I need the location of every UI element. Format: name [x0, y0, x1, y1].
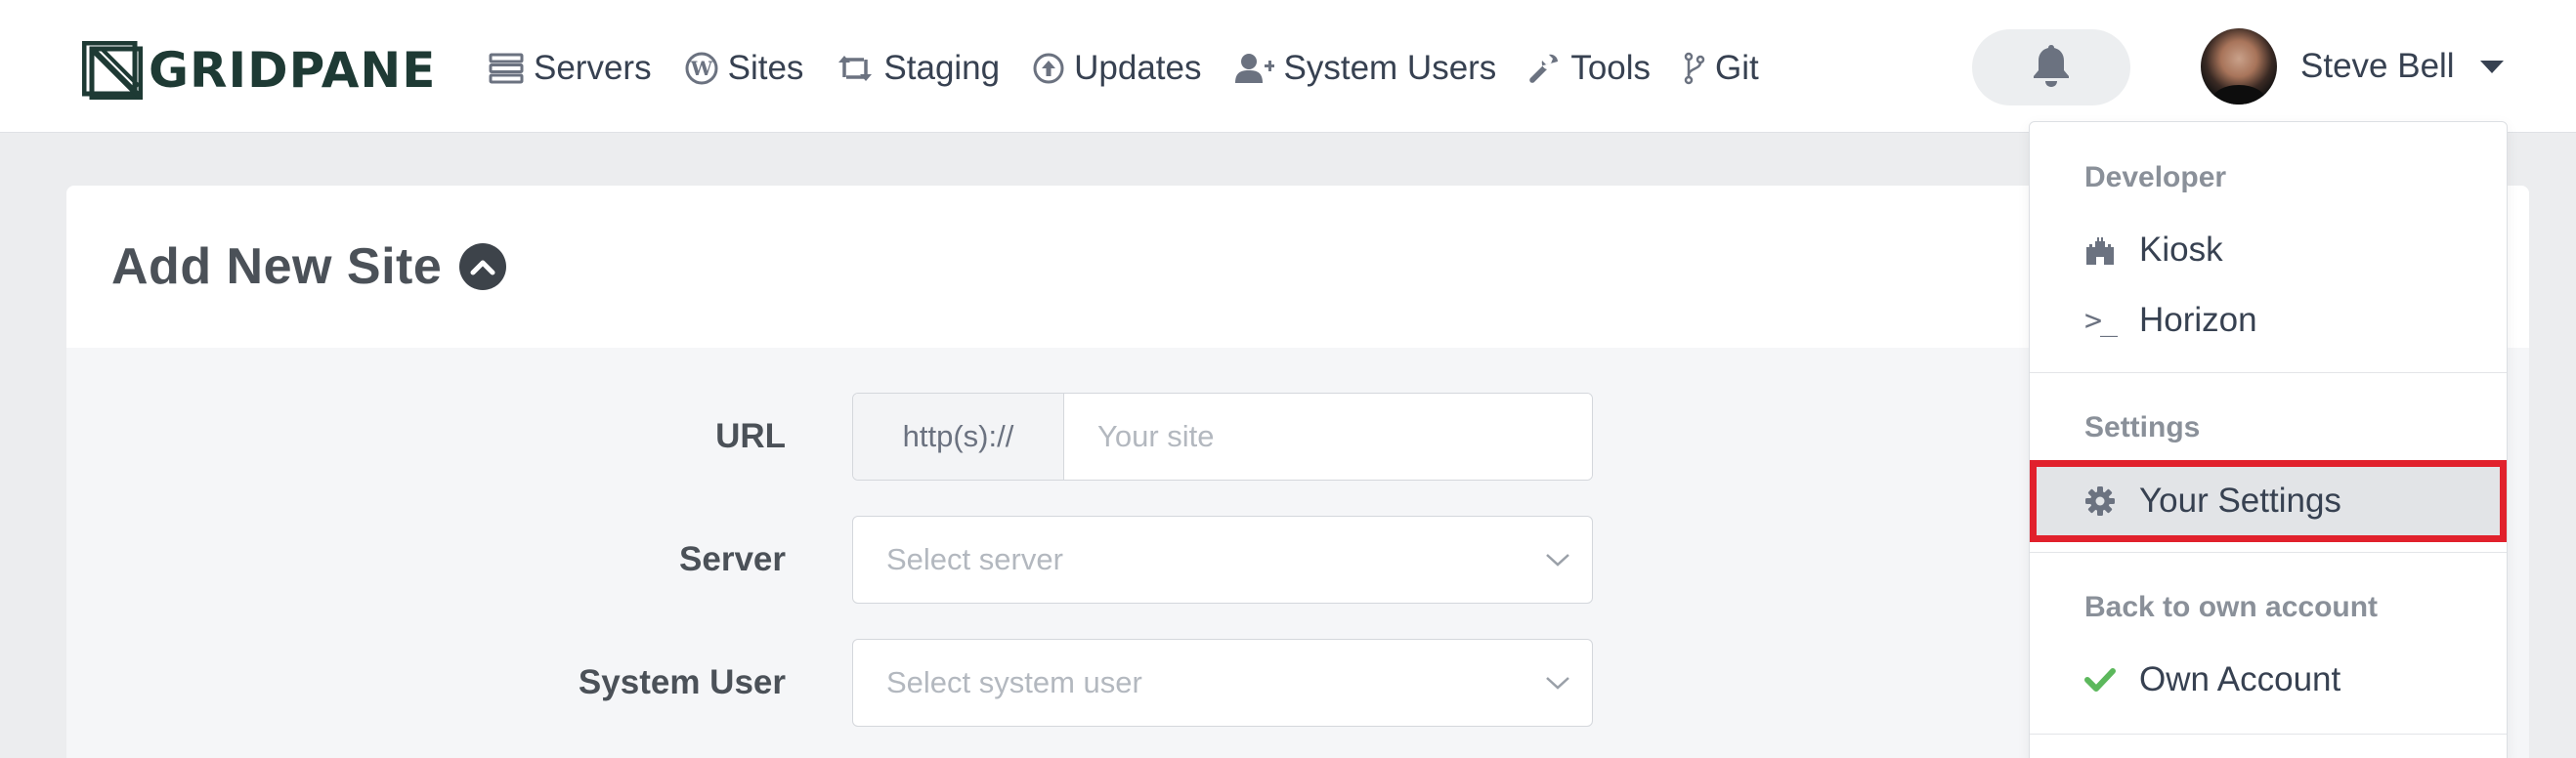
nav-item-label: System Users — [1283, 49, 1497, 87]
arrow-up-circle-icon — [1033, 53, 1064, 84]
user-plus-icon — [1234, 53, 1274, 84]
servers-icon — [489, 53, 524, 84]
bell-icon — [2031, 43, 2072, 93]
server-select-placeholder: Select server — [886, 542, 1063, 576]
terminal-icon: >_ — [2083, 303, 2118, 338]
castle-icon — [2084, 235, 2116, 265]
nav-item-servers[interactable]: Servers — [489, 49, 652, 88]
dropdown-divider — [2030, 734, 2507, 735]
server-row: Server Select server — [66, 516, 1593, 604]
wordpress-icon: W — [685, 52, 718, 85]
chevron-down-icon — [1546, 677, 1569, 690]
nav-item-label: Sites — [727, 49, 804, 87]
main-nav: Servers W Sites Staging Updates System U… — [489, 39, 1792, 98]
system-user-select[interactable]: Select system user — [852, 639, 1593, 727]
nav-item-system-users[interactable]: System Users — [1234, 49, 1497, 88]
nav-item-label: Git — [1715, 49, 1759, 87]
menu-item-label: Your Settings — [2139, 482, 2341, 520]
dropdown-divider — [2030, 552, 2507, 553]
check-icon — [2084, 667, 2116, 693]
system-user-row: System User Select system user — [66, 639, 1593, 727]
nav-item-updates[interactable]: Updates — [1033, 49, 1202, 88]
collapse-toggle-button[interactable] — [459, 243, 507, 290]
page-title: Add New Site — [111, 238, 443, 295]
top-navbar: GRIDPANE Servers W Sites Staging Updates — [0, 0, 2576, 133]
user-name: Steve Bell — [2300, 47, 2455, 85]
url-input[interactable] — [1064, 394, 1592, 480]
url-row: URL http(s):// — [66, 393, 1593, 481]
menu-item-label: Kiosk — [2139, 231, 2223, 269]
menu-item-horizon[interactable]: >_ Horizon — [2030, 286, 2507, 355]
user-dropdown-menu: Developer Kiosk >_ Horizon Settings Your… — [2029, 121, 2508, 758]
dropdown-header-back: Back to own account — [2084, 591, 2379, 623]
dropdown-divider — [2030, 372, 2507, 373]
nav-item-git[interactable]: Git — [1684, 49, 1759, 88]
chevron-down-icon — [1546, 554, 1569, 567]
caret-down-icon — [2479, 60, 2504, 73]
chevron-up-icon — [470, 260, 495, 275]
system-user-label: System User — [578, 663, 786, 701]
menu-item-label: Own Account — [2139, 660, 2341, 698]
nav-item-label: Servers — [534, 49, 652, 87]
gear-icon — [2084, 485, 2116, 517]
nav-item-sites[interactable]: W Sites — [685, 49, 804, 88]
nav-item-tools[interactable]: Tools — [1529, 49, 1651, 88]
avatar — [2201, 28, 2277, 105]
git-branch-icon — [1684, 52, 1705, 85]
menu-item-your-settings[interactable]: Your Settings — [2030, 460, 2507, 542]
gridpane-logo-mark-icon — [82, 41, 143, 100]
nav-item-label: Updates — [1074, 49, 1202, 87]
svg-text:W: W — [689, 57, 712, 80]
nav-item-label: Tools — [1570, 49, 1652, 87]
user-menu-toggle[interactable]: Steve Bell — [2201, 27, 2504, 105]
url-prefix: http(s):// — [853, 394, 1064, 480]
gridpane-logo[interactable]: GRIDPANE — [82, 41, 436, 100]
menu-item-own-account[interactable]: Own Account — [2030, 646, 2507, 714]
url-label: URL — [715, 417, 786, 455]
nav-item-label: Staging — [883, 49, 1001, 87]
server-label: Server — [679, 540, 786, 578]
system-user-select-placeholder: Select system user — [886, 665, 1142, 699]
url-input-group: http(s):// — [852, 393, 1593, 481]
menu-item-kiosk[interactable]: Kiosk — [2030, 216, 2507, 284]
dropdown-header-settings: Settings — [2084, 411, 2201, 443]
notifications-button[interactable] — [1972, 29, 2130, 105]
retweet-icon — [837, 54, 874, 83]
menu-item-label: Horizon — [2139, 301, 2257, 339]
brand-name: GRIDPANE — [149, 42, 437, 99]
dropdown-header-developer: Developer — [2084, 161, 2227, 193]
nav-item-staging[interactable]: Staging — [837, 49, 1000, 88]
server-select[interactable]: Select server — [852, 516, 1593, 604]
wrench-icon — [1529, 53, 1561, 84]
